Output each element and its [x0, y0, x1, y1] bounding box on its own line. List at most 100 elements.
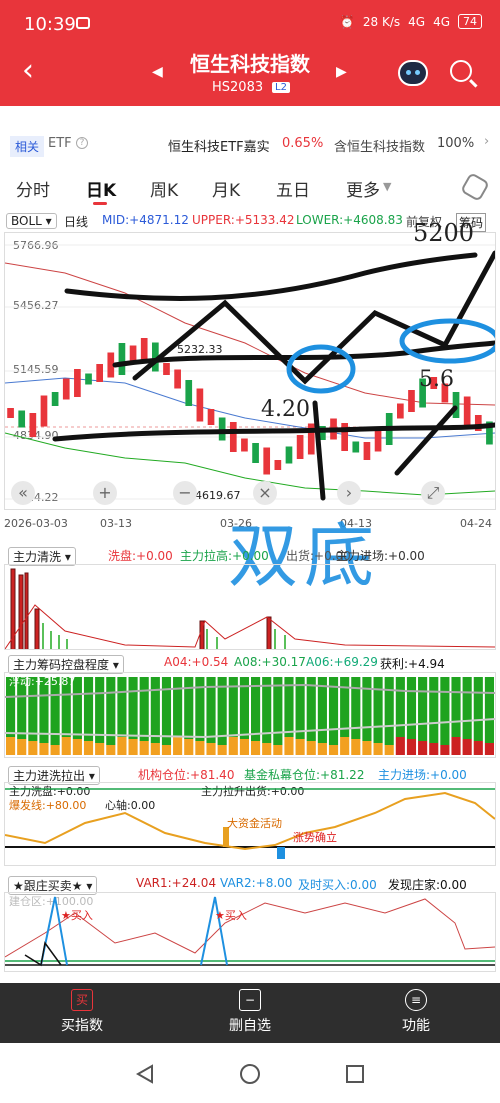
tab-daily-k[interactable]: 日K: [86, 176, 116, 201]
indicator-select[interactable]: BOLL ▾: [6, 213, 57, 229]
panel1-chart[interactable]: [4, 564, 496, 650]
float-bar: [340, 737, 350, 755]
float-bar: [17, 739, 27, 755]
candle: [40, 395, 48, 427]
candle: [218, 417, 226, 441]
help-icon[interactable]: ?: [76, 137, 88, 149]
candle: [51, 392, 59, 406]
float-bar: [117, 737, 127, 755]
control-bar: [451, 677, 461, 737]
panel4-buy: 及时买入:0.00: [298, 878, 377, 892]
panel3-inst: 机构仓位:+81.40: [138, 768, 235, 782]
control-bar: [95, 677, 105, 743]
search-icon[interactable]: [450, 60, 472, 82]
fund-name[interactable]: 恒生科技ETF嘉实: [168, 136, 270, 155]
float-bar: [328, 745, 339, 755]
control-bar: [117, 677, 127, 737]
level2-badge: L2: [272, 82, 290, 93]
float-bar: [195, 741, 205, 755]
panel4-buy-mark-1: ★买入: [61, 909, 93, 922]
candle: [185, 380, 193, 406]
nav-home-icon[interactable]: [239, 1063, 261, 1085]
float-bar: [6, 737, 16, 755]
high-price-label: 5232.33: [177, 343, 223, 356]
buy-index-button[interactable]: 买 买指数: [22, 989, 142, 1035]
float-bar: [273, 745, 283, 755]
index-weight-value: 100%: [437, 136, 475, 151]
candle: [285, 446, 293, 464]
candle: [452, 392, 460, 418]
control-bar: [139, 677, 149, 741]
alarm-icon: ⏰: [339, 14, 355, 29]
float-bar: [317, 743, 327, 755]
panel4-buy-mark-2: ★买入: [215, 909, 247, 922]
kline-chart[interactable]: 5766.96 5456.27 5145.59 4834.90 4524.22: [4, 219, 496, 510]
related-tag: 相关: [10, 136, 45, 157]
status-bar: 10:39 ⏰ 28 K/s 4G 4G 74: [0, 0, 500, 46]
candle: [274, 460, 282, 470]
panel2-a06: A06:+69.29: [306, 655, 378, 669]
tab-intraday[interactable]: 分时: [16, 176, 50, 201]
float-bar: [262, 743, 272, 755]
zoom-out-icon[interactable]: −: [173, 481, 197, 505]
panel2-a08: A08:+30.17: [234, 655, 306, 669]
float-bar: [395, 737, 405, 755]
float-bar: [451, 737, 461, 755]
handwriting-right: 5.6: [419, 367, 454, 392]
candle: [174, 369, 181, 389]
candle: [363, 442, 371, 460]
assistant-robot-icon[interactable]: [398, 60, 428, 86]
panel2-a04: A04:+0.54: [164, 655, 229, 669]
panel3-chart[interactable]: 主力洗盘:+0.00 主力拉升出货:+0.00 爆发线:+80.00 心轴:0.…: [4, 782, 496, 866]
float-bar: [473, 741, 483, 755]
related-etf-row[interactable]: 相关 ETF ? 恒生科技ETF嘉实 0.65% 含恒生科技指数 100% ›: [0, 126, 500, 164]
back-icon[interactable]: ‹: [22, 56, 34, 86]
next-stock-icon[interactable]: ▶: [336, 64, 347, 80]
tab-weekly-k[interactable]: 周K: [150, 176, 178, 201]
etf-label: ETF: [48, 136, 72, 151]
prev-stock-icon[interactable]: ◀: [152, 64, 163, 80]
tab-underline: [93, 202, 107, 205]
settings-icon[interactable]: [459, 171, 491, 203]
float-bar: [61, 737, 71, 755]
period-label: 日线: [64, 215, 89, 229]
functions-button[interactable]: ≡ 功能: [356, 989, 476, 1035]
remove-watchlist-button[interactable]: − 删自选: [190, 989, 310, 1035]
candle: [118, 343, 126, 375]
date-tick: 03-13: [100, 517, 132, 530]
nav-back-icon[interactable]: [134, 1063, 156, 1085]
collapse-icon[interactable]: «: [11, 481, 35, 505]
panel4-var1: VAR1:+24.04: [136, 876, 217, 890]
control-bar: [184, 677, 194, 739]
control-bar: [295, 677, 305, 739]
candle: [163, 363, 170, 375]
nav-recents-icon[interactable]: [344, 1063, 366, 1085]
chevron-right-icon[interactable]: ›: [484, 134, 489, 149]
float-bar: [418, 741, 428, 755]
handwriting-top: 5200: [413, 219, 475, 247]
float-bar: [161, 745, 172, 755]
boll-mid: MID:+4871.12: [102, 213, 189, 227]
panel4-svg: [5, 896, 495, 967]
tab-five-day[interactable]: 五日: [276, 176, 310, 201]
panel2-header: 主力筹码控盘程度 ▾ A04:+0.54 A08:+30.17 A06:+69.…: [0, 652, 500, 674]
zoom-in-icon[interactable]: +: [93, 481, 117, 505]
control-bar: [83, 677, 94, 741]
float-bar: [406, 739, 417, 755]
candle: [85, 373, 92, 385]
fund-change: 0.65%: [282, 136, 324, 151]
float-bar: [306, 741, 316, 755]
panel2-float: 浮动:+25.87: [9, 675, 76, 688]
control-bar: [473, 677, 483, 741]
float-bar: [284, 737, 294, 755]
float-bar: [384, 745, 394, 755]
panel4-chart[interactable]: 建仓区:+100.00 ★买入 ★买入: [4, 892, 496, 972]
bottom-action-bar: 买 买指数 − 删自选 ≡ 功能: [0, 983, 500, 1043]
float-bar: [373, 743, 383, 755]
top-bar: 10:39 ⏰ 28 K/s 4G 4G 74 ‹ ◀ 恒生科技指数 ▶ HS2…: [0, 0, 500, 106]
panel2-chart[interactable]: 浮动:+25.87: [4, 672, 496, 758]
tab-monthly-k[interactable]: 月K: [212, 176, 240, 201]
chevron-down-icon[interactable]: ▼: [383, 180, 391, 193]
tab-more[interactable]: 更多: [346, 176, 380, 201]
fullscreen-icon[interactable]: ⤢: [421, 481, 445, 505]
